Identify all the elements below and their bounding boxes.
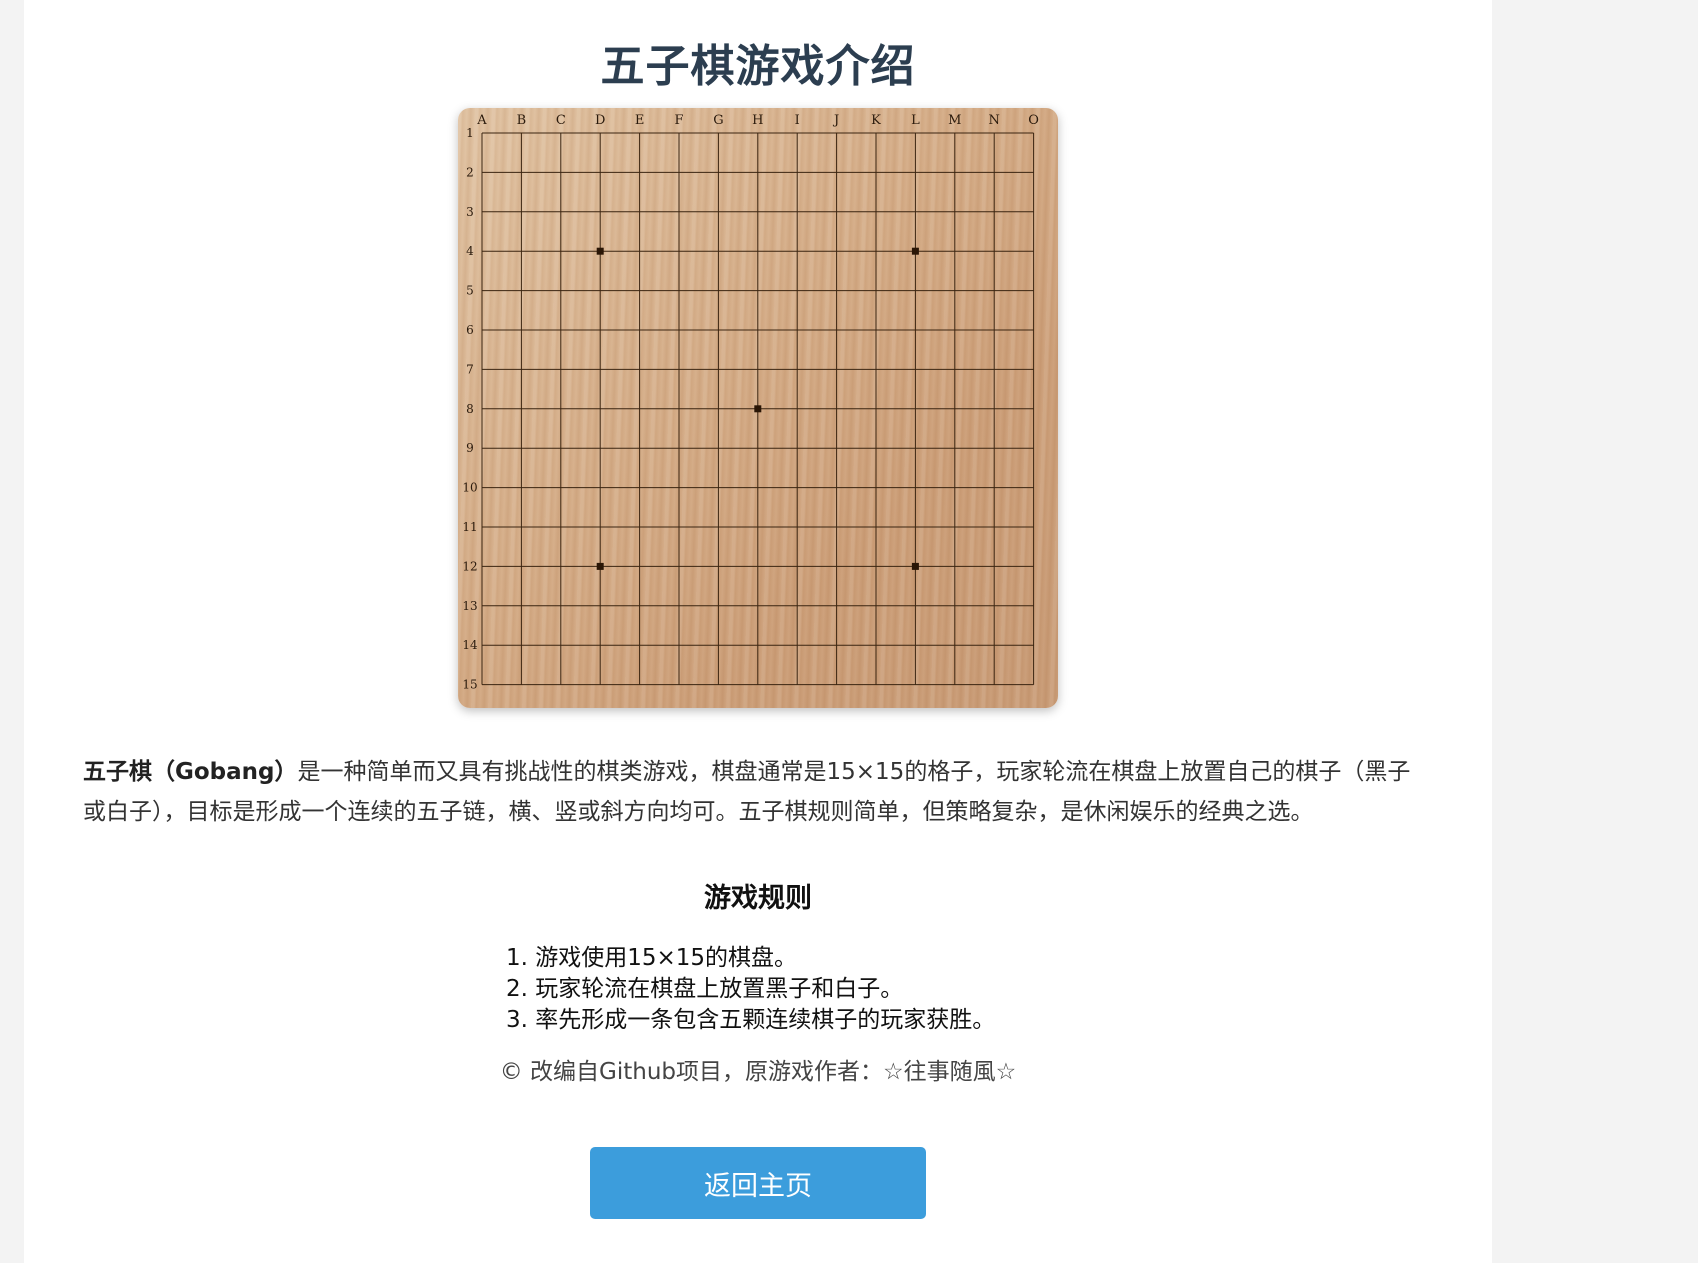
row-label: 4 — [466, 244, 474, 258]
row-label: 12 — [462, 559, 477, 573]
star-point — [596, 247, 604, 255]
rules-title: 游戏规则 — [704, 883, 812, 914]
column-label: B — [517, 113, 527, 128]
rule-item: 3. 率先形成一条包含五颗连续棋子的玩家获胜。 — [506, 1007, 996, 1033]
credit-text: © 改编自Github项目，原游戏作者：☆往事随風☆ — [499, 1059, 1017, 1085]
star-point — [596, 562, 604, 570]
column-label: N — [989, 113, 1000, 128]
column-label: A — [476, 113, 487, 128]
row-label: 2 — [466, 165, 474, 179]
row-label: 3 — [466, 205, 474, 219]
row-label: 1 — [466, 126, 474, 140]
column-label: F — [674, 113, 683, 128]
row-label: 5 — [466, 284, 474, 298]
column-label: G — [713, 113, 723, 128]
rule-item: 2. 玩家轮流在棋盘上放置黑子和白子。 — [506, 976, 904, 1002]
star-point — [754, 405, 762, 413]
star-point — [911, 562, 919, 570]
column-label: L — [911, 113, 920, 128]
row-label: 8 — [466, 402, 474, 416]
page-title: 五子棋游戏介绍 — [600, 41, 916, 92]
return-home-button[interactable]: 返回主页 — [590, 1147, 926, 1219]
row-label: 14 — [462, 638, 478, 652]
column-label: C — [556, 113, 566, 128]
row-label: 6 — [466, 323, 474, 337]
row-label: 13 — [462, 599, 477, 613]
column-label: K — [871, 113, 881, 128]
rule-item: 1. 游戏使用15×15的棋盘。 — [506, 945, 798, 971]
page-container: 五子棋游戏介绍 A B C D E F G H I J K L M N O 1 2 3 4 5 6 7 8 9 10 11 12 13… — [24, 0, 1492, 1263]
column-label: H — [752, 113, 763, 128]
row-label: 15 — [462, 678, 477, 692]
column-label: M — [948, 113, 961, 128]
row-label: 11 — [462, 520, 477, 534]
row-label: 10 — [462, 481, 477, 495]
star-point — [911, 247, 919, 255]
column-label: E — [635, 113, 645, 128]
row-label: 7 — [466, 362, 474, 376]
column-label: O — [1028, 113, 1039, 128]
intro-bold-term: 五子棋（Gobang） — [83, 759, 298, 785]
column-label: J — [832, 113, 839, 128]
board-grid[interactable]: A B C D E F G H I J K L M N O123456789101112131415 — [458, 108, 1058, 708]
column-label: I — [795, 113, 800, 128]
intro-paragraph: 五子棋（Gobang）是一种简单而又具有挑战性的棋类游戏，棋盘通常是15×15的… — [83, 752, 1423, 832]
row-label: 9 — [466, 441, 474, 455]
column-label: D — [595, 113, 605, 128]
rules-list: 1. 游戏使用15×15的棋盘。 2. 玩家轮流在棋盘上放置黑子和白子。 3. … — [506, 943, 995, 1036]
gobang-board[interactable]: A B C D E F G H I J K L M N O 1 2 3 4 5 6 7 8 9 10 11 12 13 14 15 — [458, 108, 1058, 708]
